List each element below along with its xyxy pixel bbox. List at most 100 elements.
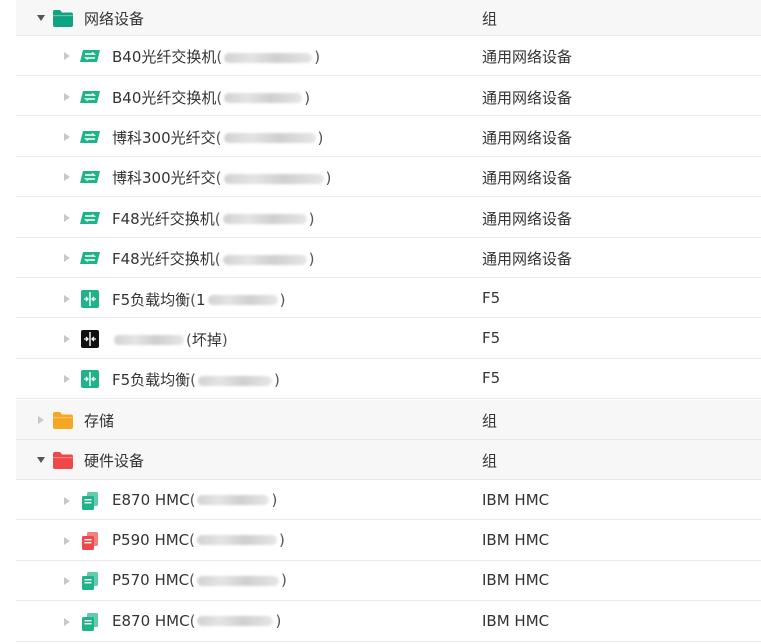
device-label: F5负载均衡() (112, 369, 280, 390)
group-type: 组 (482, 10, 498, 28)
paren-open: ( (214, 250, 221, 269)
hmc-server-icon (79, 571, 101, 591)
expand-toggle-icon[interactable] (60, 372, 74, 386)
network-switch-icon (79, 127, 101, 147)
device-name: 博科300光纤交 (112, 128, 216, 147)
load-balancer-icon (79, 289, 101, 309)
network-switch-icon (79, 167, 101, 187)
device-name: E870 HMC (112, 490, 190, 509)
device-type: IBM HMC (482, 530, 550, 549)
paren-open: ( (216, 88, 223, 107)
tree-group-row[interactable]: 网络设备 组 (16, 0, 761, 36)
folder-icon (52, 410, 74, 430)
expand-toggle-icon[interactable] (60, 332, 74, 346)
expand-toggle-icon[interactable] (34, 413, 48, 427)
redacted-ip (224, 52, 313, 63)
tree-group-row[interactable]: 存储 组 (16, 399, 761, 440)
device-row[interactable]: E870 HMC() IBM HMC (16, 480, 761, 521)
device-row[interactable]: F5负载均衡(1) F5 (16, 278, 761, 319)
group-label: 硬件设备 (84, 452, 145, 471)
device-label: (坏掉) (112, 329, 228, 350)
paren-open: ( (189, 530, 195, 549)
expand-toggle-icon[interactable] (60, 251, 74, 265)
paren-open: ( (215, 128, 222, 147)
device-label: P570 HMC() (112, 571, 287, 589)
device-type: 通用网络设备 (482, 128, 573, 147)
tree-group-row[interactable]: 硬件设备 组 (16, 440, 761, 480)
paren-open: ( (215, 169, 222, 188)
device-name: F48光纤交换机 (112, 250, 215, 269)
device-row[interactable]: F48光纤交换机() 通用网络设备 (16, 198, 761, 238)
group-type: 组 (482, 452, 498, 471)
device-label: E870 HMC() (112, 612, 281, 630)
expand-toggle-icon[interactable] (60, 90, 74, 104)
redacted-ip (223, 133, 316, 144)
device-name: F5负载均衡 (112, 290, 191, 309)
device-row[interactable]: B40光纤交换机() 通用网络设备 (16, 36, 761, 76)
device-name: E870 HMC (112, 611, 190, 630)
device-row[interactable]: P570 HMC() IBM HMC (16, 561, 761, 602)
device-type: IBM HMC (482, 490, 550, 509)
device-row[interactable]: B40光纤交换机() 通用网络设备 (16, 76, 761, 117)
device-type: F5 (482, 328, 501, 347)
device-type: 通用网络设备 (482, 169, 573, 188)
folder-icon (52, 450, 74, 470)
paren-close: ) (325, 169, 332, 188)
paren-close: ) (275, 611, 282, 630)
device-row[interactable]: 博科300光纤交() 通用网络设备 (16, 157, 761, 198)
ip-visible-part: 1 (196, 290, 206, 309)
redacted-ip (223, 173, 324, 184)
device-row[interactable]: P590 HMC() IBM HMC (16, 521, 761, 561)
expand-toggle-icon[interactable] (60, 534, 74, 548)
expand-toggle-icon[interactable] (60, 494, 74, 508)
device-type: F5 (482, 369, 501, 388)
status-note: 坏掉 (191, 330, 222, 349)
hmc-server-icon (79, 612, 101, 632)
paren-open: ( (189, 490, 196, 509)
paren-close: ) (279, 290, 286, 309)
paren-close: ) (304, 88, 311, 107)
redacted-ip (222, 214, 307, 225)
paren-close: ) (279, 530, 285, 549)
device-label: F5负载均衡(1) (112, 289, 285, 310)
expand-toggle-icon[interactable] (60, 170, 74, 184)
network-switch-icon (79, 87, 101, 107)
paren-open: ( (216, 48, 223, 67)
paren-open: ( (189, 611, 196, 630)
device-name: F5负载均衡 (112, 371, 191, 390)
redacted-ip (197, 616, 274, 627)
device-label: E870 HMC() (112, 491, 277, 509)
device-type: 通用网络设备 (482, 250, 573, 269)
expand-toggle-icon[interactable] (60, 615, 74, 629)
hmc-server-icon (79, 531, 101, 551)
device-type: F5 (482, 288, 501, 307)
redacted-ip (197, 575, 279, 586)
network-switch-icon (79, 46, 101, 66)
paren-close: ) (271, 490, 278, 509)
expand-toggle-icon[interactable] (60, 130, 74, 144)
device-row[interactable]: F5负载均衡() F5 (16, 359, 761, 400)
device-row[interactable]: 博科300光纤交() 通用网络设备 (16, 117, 761, 157)
expand-toggle-icon[interactable] (60, 574, 74, 588)
collapse-toggle-icon[interactable] (34, 453, 48, 467)
load-balancer-icon (79, 329, 101, 349)
expand-toggle-icon[interactable] (60, 49, 74, 63)
device-name: P590 HMC (112, 530, 190, 549)
expand-toggle-icon[interactable] (60, 211, 74, 225)
device-type: 通用网络设备 (482, 48, 573, 67)
device-label: B40光纤交换机() (112, 46, 320, 67)
device-row[interactable]: F48光纤交换机() 通用网络设备 (16, 238, 761, 278)
device-name: B40光纤交换机 (112, 88, 217, 107)
collapse-toggle-icon[interactable] (34, 11, 48, 25)
redacted-name (114, 335, 184, 346)
redacted-ip (224, 93, 303, 104)
device-row[interactable]: E870 HMC() IBM HMC (16, 602, 761, 642)
device-label: 博科300光纤交() (112, 127, 323, 148)
paren-open: ( (189, 571, 195, 590)
paren-open: ( (190, 371, 197, 390)
device-name: 博科300光纤交 (112, 169, 216, 188)
device-label: F48光纤交换机() (112, 248, 314, 269)
device-row[interactable]: (坏掉) F5 (16, 319, 761, 359)
load-balancer-icon (79, 369, 101, 389)
expand-toggle-icon[interactable] (60, 292, 74, 306)
